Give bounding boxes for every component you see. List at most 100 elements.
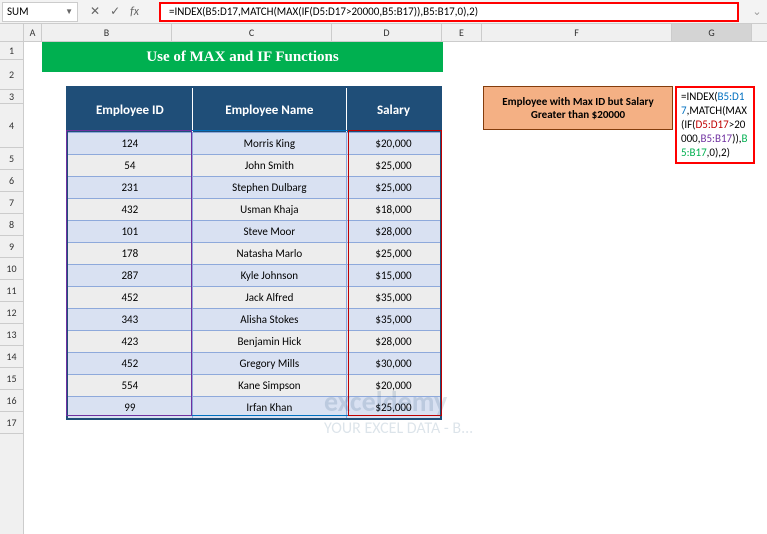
cell-salary[interactable]: $25,000: [347, 396, 440, 418]
cell-id[interactable]: 178: [68, 242, 193, 264]
formula-seg: B5:B17: [700, 132, 732, 145]
col-header[interactable]: A: [24, 24, 42, 41]
row-header[interactable]: 10: [0, 258, 23, 280]
active-cell-g4[interactable]: =INDEX(B5:D17,MATCH(MAX(IF(D5:D17>20000,…: [675, 86, 755, 164]
col-header[interactable]: G: [672, 24, 752, 41]
row-header[interactable]: 13: [0, 324, 23, 346]
cancel-icon[interactable]: ✕: [90, 4, 100, 19]
row-header[interactable]: 7: [0, 192, 23, 214]
table-row[interactable]: 554Kane Simpson$20,000: [68, 374, 440, 396]
cell-salary[interactable]: $30,000: [347, 352, 440, 374]
cell-name[interactable]: Kyle Johnson: [193, 264, 347, 286]
col-header[interactable]: D: [332, 24, 442, 41]
header-employee-name: Employee Name: [193, 88, 347, 132]
select-all-cell[interactable]: [0, 24, 23, 42]
table-row[interactable]: 99Irfan Khan$25,000: [68, 396, 440, 418]
row-header[interactable]: 2: [0, 60, 23, 90]
cell-id[interactable]: 554: [68, 374, 193, 396]
cell-id[interactable]: 452: [68, 352, 193, 374]
table-row[interactable]: 178Natasha Marlo$25,000: [68, 242, 440, 264]
table-row[interactable]: 423Benjamin Hick$28,000: [68, 330, 440, 352]
cell-id[interactable]: 423: [68, 330, 193, 352]
cell-name[interactable]: Stephen Dulbarg: [193, 176, 347, 198]
table-row[interactable]: 54John Smith$25,000: [68, 154, 440, 176]
table-row[interactable]: 452Gregory Mills$30,000: [68, 352, 440, 374]
table-row[interactable]: 124Morris King$20,000: [68, 132, 440, 154]
col-header[interactable]: F: [482, 24, 672, 41]
table-row[interactable]: 343Alisha Stokes$35,000: [68, 308, 440, 330]
table-row[interactable]: 452Jack Alfred$35,000: [68, 286, 440, 308]
formula-bar-text: =INDEX(B5:D17,MATCH(MAX(IF(D5:D17>20000,…: [169, 5, 478, 18]
row-header[interactable]: 16: [0, 390, 23, 412]
table-row[interactable]: 432Usman Khaja$18,000: [68, 198, 440, 220]
row-header[interactable]: 17: [0, 412, 23, 434]
row-header[interactable]: 8: [0, 214, 23, 236]
row-header[interactable]: 15: [0, 368, 23, 390]
cell-salary[interactable]: $25,000: [347, 154, 440, 176]
cell-name[interactable]: Natasha Marlo: [193, 242, 347, 264]
cell-salary[interactable]: $18,000: [347, 198, 440, 220]
cell-id[interactable]: 124: [68, 132, 193, 154]
cell-salary[interactable]: $20,000: [347, 132, 440, 154]
spreadsheet-grid: 1 2 3 4 5 6 7 8 9 10 11 12 13 14 15 16 1…: [0, 24, 767, 534]
cell-id[interactable]: 54: [68, 154, 193, 176]
table-row[interactable]: 101Steve Moor$28,000: [68, 220, 440, 242]
cell-name[interactable]: John Smith: [193, 154, 347, 176]
cell-id[interactable]: 99: [68, 396, 193, 418]
table-row[interactable]: 287Kyle Johnson$15,000: [68, 264, 440, 286]
formula-seg: =INDEX(: [681, 90, 718, 103]
col-header[interactable]: B: [42, 24, 172, 41]
formula-bar[interactable]: =INDEX(B5:D17,MATCH(MAX(IF(D5:D17>20000,…: [159, 2, 739, 22]
expand-formula-icon[interactable]: ⌄: [747, 5, 767, 18]
cell-salary[interactable]: $28,000: [347, 220, 440, 242]
cell-id[interactable]: 452: [68, 286, 193, 308]
cell-name[interactable]: Gregory Mills: [193, 352, 347, 374]
cell-id[interactable]: 101: [68, 220, 193, 242]
cell-salary[interactable]: $35,000: [347, 286, 440, 308]
row-header[interactable]: 9: [0, 236, 23, 258]
formula-seg: ,MATCH(: [687, 104, 726, 117]
col-header[interactable]: C: [172, 24, 332, 41]
cell-name[interactable]: Jack Alfred: [193, 286, 347, 308]
cell-id[interactable]: 287: [68, 264, 193, 286]
name-box-text: SUM: [7, 5, 29, 18]
grid-body[interactable]: A B C D E F G Use of MAX and IF Function…: [24, 24, 767, 534]
cell-name[interactable]: Kane Simpson: [193, 374, 347, 396]
cell-name[interactable]: Usman Khaja: [193, 198, 347, 220]
col-header[interactable]: E: [442, 24, 482, 41]
row-header[interactable]: 1: [0, 42, 23, 60]
watermark-tagline: YOUR EXCEL DATA - B...: [324, 419, 473, 438]
cell-salary[interactable]: $25,000: [347, 176, 440, 198]
cell-salary[interactable]: $20,000: [347, 374, 440, 396]
cell-name[interactable]: Benjamin Hick: [193, 330, 347, 352]
cell-salary[interactable]: $28,000: [347, 330, 440, 352]
table-row[interactable]: 231Stephen Dulbarg$25,000: [68, 176, 440, 198]
row-header[interactable]: 14: [0, 346, 23, 368]
cell-id[interactable]: 343: [68, 308, 193, 330]
cell-salary[interactable]: $35,000: [347, 308, 440, 330]
cell-id[interactable]: 231: [68, 176, 193, 198]
row-header[interactable]: 5: [0, 148, 23, 170]
cell-name[interactable]: Steve Moor: [193, 220, 347, 242]
row-header[interactable]: 6: [0, 170, 23, 192]
row-header[interactable]: 11: [0, 280, 23, 302]
title-banner: Use of MAX and IF Functions: [42, 42, 443, 72]
name-box[interactable]: SUM ▼: [2, 2, 78, 22]
cell-id[interactable]: 432: [68, 198, 193, 220]
cell-name[interactable]: Irfan Khan: [193, 396, 347, 418]
formula-seg: D5:D17: [696, 118, 729, 131]
confirm-icon[interactable]: ✓: [110, 4, 120, 19]
row-header[interactable]: 4: [0, 104, 23, 148]
cell-name[interactable]: Morris King: [193, 132, 347, 154]
cell-name[interactable]: Alisha Stokes: [193, 308, 347, 330]
row-header[interactable]: 12: [0, 302, 23, 324]
row-header[interactable]: 3: [0, 90, 23, 104]
cell-salary[interactable]: $15,000: [347, 264, 440, 286]
table-header-row: Employee ID Employee Name Salary: [68, 88, 440, 132]
fx-icon[interactable]: fx: [130, 5, 139, 19]
table-body: 124Morris King$20,00054John Smith$25,000…: [68, 132, 440, 418]
cell-salary[interactable]: $25,000: [347, 242, 440, 264]
formula-seg: )),: [732, 132, 741, 145]
chevron-down-icon[interactable]: ▼: [65, 7, 73, 17]
column-headers: A B C D E F G: [24, 24, 767, 42]
